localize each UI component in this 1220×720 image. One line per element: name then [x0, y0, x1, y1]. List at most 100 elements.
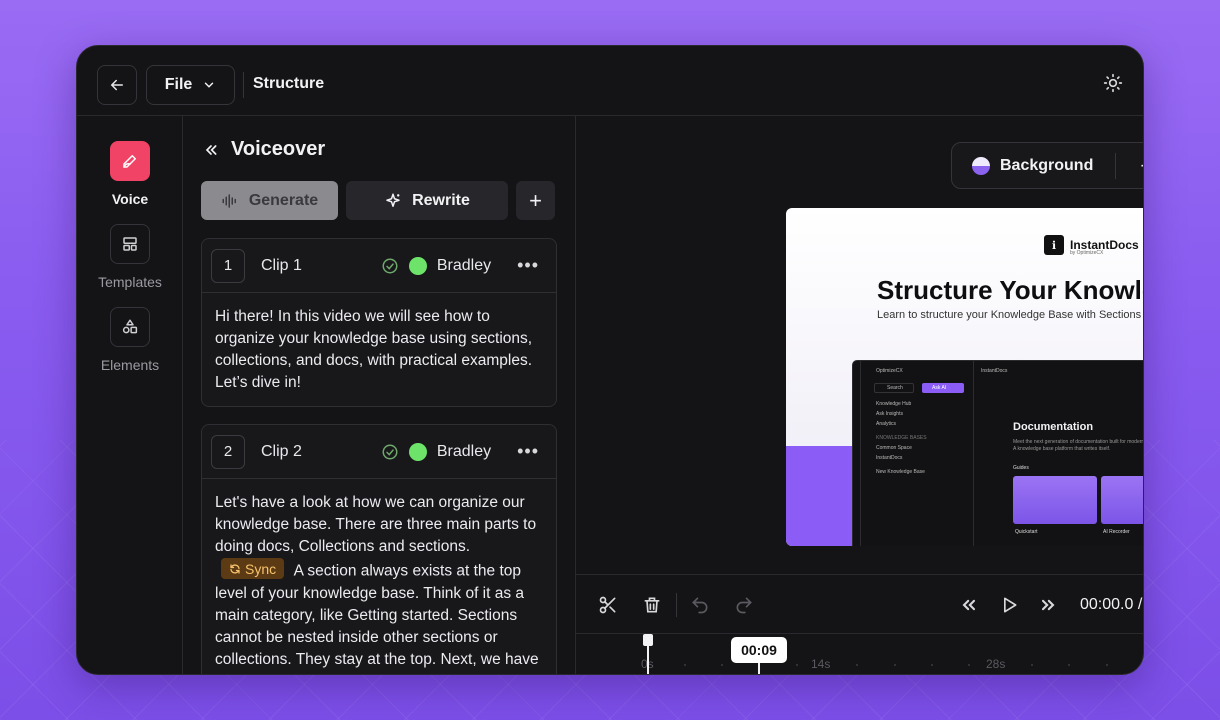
fast-forward-icon[interactable] — [1038, 595, 1058, 615]
rewrite-button[interactable]: Rewrite — [346, 181, 508, 220]
tick-mark — [968, 664, 970, 666]
controls-divider — [676, 593, 677, 617]
collapse-panel-icon[interactable] — [203, 142, 219, 158]
add-element-button[interactable]: + — [1140, 153, 1143, 179]
shot-nav-item: Analytics — [876, 421, 897, 427]
timeline-ruler[interactable]: 0s 14s 28s 00:09 — [576, 634, 1143, 674]
plus-icon: + — [529, 187, 542, 213]
rewrite-label: Rewrite — [412, 191, 470, 209]
file-menu-button[interactable]: File — [146, 65, 235, 105]
clip-card[interactable]: 1 Clip 1 Bradley ••• Hi there! In this v… — [201, 238, 557, 407]
embedded-screenshot: OptimizeCX Search Ask AI Knowledge Hub A… — [852, 360, 1144, 546]
voice-name[interactable]: Bradley — [437, 257, 491, 275]
topbar-divider — [243, 72, 244, 98]
shot-search: Search — [874, 383, 914, 393]
tick-mark — [1106, 664, 1108, 666]
tick-mark — [1068, 664, 1070, 666]
rail-label-templates: Templates — [98, 274, 162, 290]
voice-avatar — [408, 256, 427, 275]
shot-nav-item: Knowledge Hub — [876, 401, 912, 407]
tick-mark — [856, 664, 858, 666]
tick-label: 28s — [986, 657, 1006, 671]
top-bar: File Structure — [77, 46, 1143, 116]
undo-icon[interactable] — [690, 595, 710, 615]
shot-kb-item: Common Space — [876, 445, 912, 451]
clip-text[interactable]: Hi there! In this video we will see how … — [202, 293, 556, 406]
sun-icon — [1103, 73, 1123, 93]
more-options-icon[interactable]: ••• — [517, 255, 539, 276]
page-title: Structure — [253, 75, 325, 92]
clip-number: 2 — [211, 434, 245, 469]
generate-button[interactable]: Generate — [201, 181, 338, 220]
waveform-icon — [222, 193, 236, 208]
background-toolbar: Background + — [951, 142, 1143, 189]
add-clip-button[interactable]: + — [516, 181, 555, 220]
timeline-controls: 00:00.0 / 00:38.5 — [576, 574, 1143, 634]
rewind-icon[interactable] — [959, 595, 979, 615]
check-circle-icon — [382, 444, 398, 459]
sync-icon — [230, 563, 240, 574]
shot-ask: Ask AI — [922, 383, 964, 393]
tick-mark — [721, 664, 723, 666]
shot-nav: OptimizeCX Search Ask AI Knowledge Hub A… — [862, 361, 974, 546]
toolbar-divider — [1115, 152, 1117, 179]
playhead-handle[interactable] — [643, 634, 653, 646]
arrow-left-icon — [110, 79, 123, 91]
rail-item-elements[interactable]: Elements — [77, 307, 183, 373]
check-circle-icon — [382, 258, 398, 273]
generate-label: Generate — [248, 191, 319, 209]
clip-card[interactable]: 2 Clip 2 Bradley ••• Let's have a look a… — [201, 424, 557, 674]
clip-text[interactable]: Let's have a look at how we can organize… — [202, 479, 556, 674]
voice-button[interactable] — [110, 141, 150, 181]
tick-mark — [894, 664, 896, 666]
redo-icon[interactable] — [734, 595, 754, 615]
chevron-down-icon — [205, 82, 214, 88]
rail-item-templates[interactable]: Templates — [77, 224, 183, 290]
slide-preview[interactable]: ℹ InstantDocs by OptimizeCX Structure Yo… — [786, 208, 1144, 546]
shot-kb-item: InstantDocs — [876, 455, 903, 461]
voiceover-panel: Voiceover Generate Rewrite + 1 Clip 1 Br… — [183, 116, 576, 674]
brand-sub: by OptimizeCX — [1070, 250, 1104, 256]
clip-voice-info: Bradley ••• — [381, 255, 539, 276]
clip-name: Clip 1 — [261, 256, 302, 274]
background-swatch-icon[interactable] — [972, 156, 990, 175]
slide-title: Structure Your Knowledge Base — [877, 275, 1143, 305]
shot-kb-item: New Knowledge Base — [876, 469, 925, 475]
clip-header: 1 Clip 1 Bradley ••• — [202, 239, 556, 293]
scissors-icon[interactable] — [598, 595, 618, 615]
trash-icon[interactable] — [642, 595, 662, 615]
sparkle-icon — [386, 193, 400, 207]
shot-card-label: AI Recorder — [1103, 529, 1130, 535]
rail-label-elements: Elements — [100, 357, 160, 373]
pen-icon — [123, 155, 136, 168]
voiceover-actions: Generate Rewrite + — [201, 181, 555, 220]
tick-mark — [1031, 664, 1033, 666]
panel-title: Voiceover — [231, 138, 326, 160]
sync-label: Sync — [245, 560, 277, 577]
play-icon[interactable] — [999, 595, 1019, 615]
clip-name: Clip 2 — [261, 442, 302, 460]
voice-name[interactable]: Bradley — [437, 443, 491, 461]
background-label[interactable]: Background — [1000, 157, 1093, 175]
theme-toggle-button[interactable] — [1103, 73, 1123, 93]
rail-item-voice[interactable]: Voice — [77, 141, 183, 207]
shot-doc-sub: Meet the next generation of documentatio… — [1013, 439, 1144, 452]
shot-kb-header: KNOWLEDGE BASES — [876, 435, 927, 441]
app-window: File Structure Voice Templates Elements — [76, 45, 1144, 675]
hover-marker — [758, 663, 760, 674]
more-options-icon[interactable]: ••• — [517, 441, 539, 462]
voice-avatar — [408, 442, 427, 461]
canvas-stage: Background + ℹ InstantDocs by OptimizeCX… — [576, 116, 1144, 574]
back-button[interactable] — [97, 65, 137, 105]
tick-mark — [684, 664, 686, 666]
shapes-icon — [122, 319, 138, 334]
shot-doc-title: Documentation — [1013, 421, 1094, 433]
clip-number: 1 — [211, 248, 245, 283]
templates-button[interactable] — [110, 224, 150, 264]
shot-nav-item: Ask Insights — [876, 411, 903, 417]
shot-card — [1013, 476, 1097, 524]
file-menu-label: File — [164, 76, 193, 93]
shot-card-label: Quickstart — [1015, 529, 1038, 535]
elements-button[interactable] — [110, 307, 150, 347]
sync-badge[interactable]: Sync — [221, 558, 285, 579]
